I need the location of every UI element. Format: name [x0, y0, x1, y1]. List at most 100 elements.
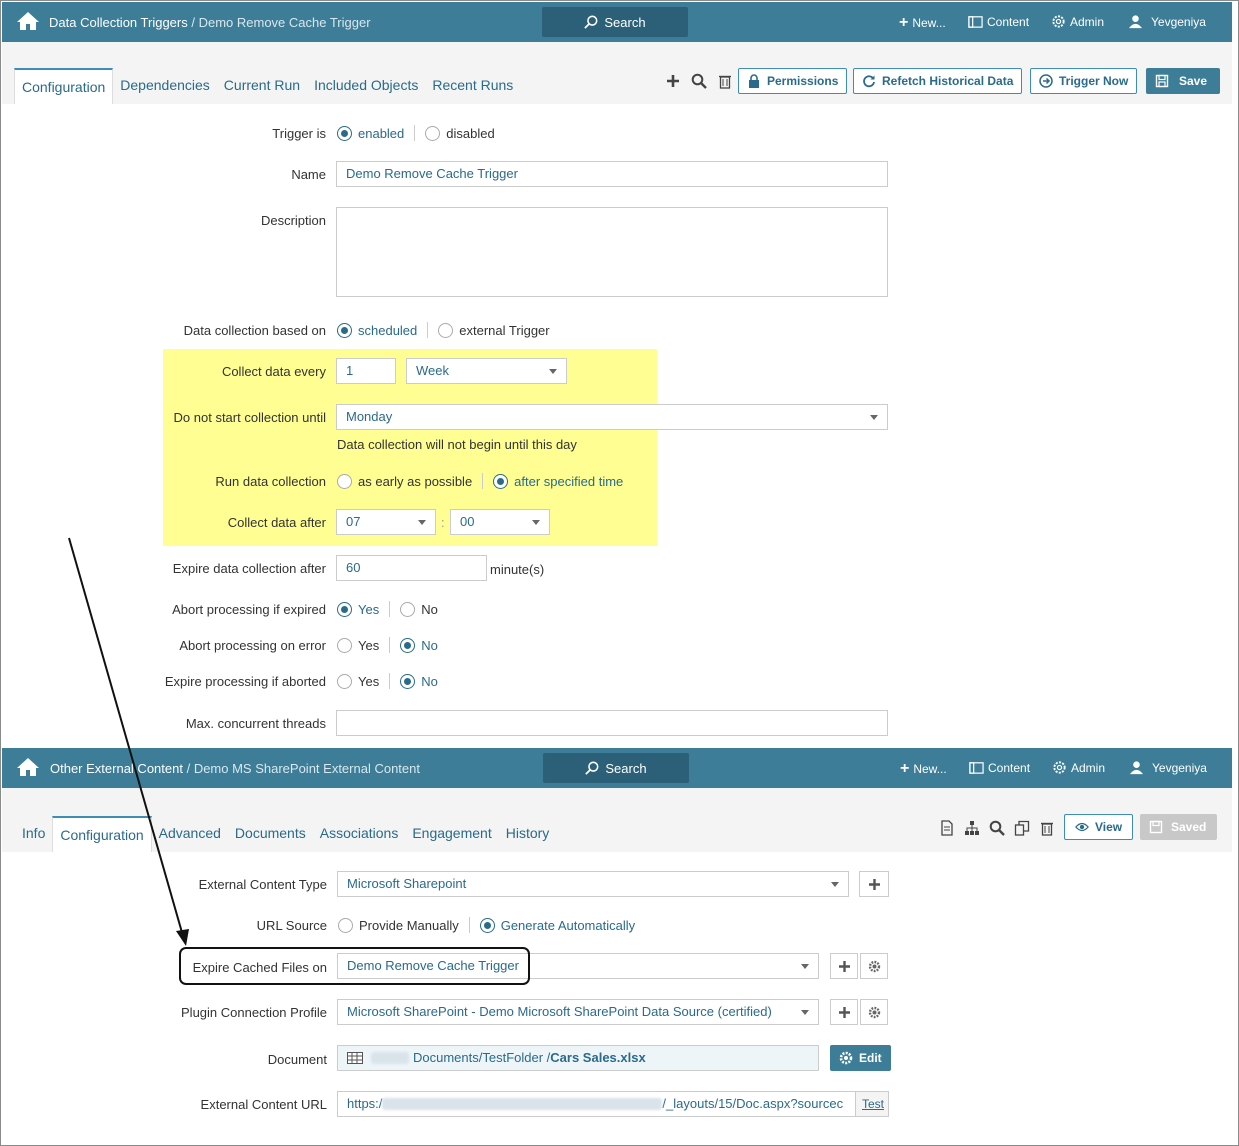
nav-user[interactable]: Yevgeniya	[1129, 760, 1207, 775]
view-button[interactable]: View	[1064, 814, 1134, 840]
gear-icon	[868, 960, 880, 972]
yes-label: Yes	[358, 637, 380, 653]
nav-admin[interactable]: Admin	[1051, 14, 1104, 29]
nav-content[interactable]: Content	[969, 760, 1030, 775]
scheduled-radio[interactable]: scheduled	[337, 322, 417, 338]
abort-expired-yes-radio[interactable]: Yes	[337, 601, 379, 617]
nav-admin[interactable]: Admin	[1052, 760, 1105, 775]
plugin-label: Plugin Connection Profile	[181, 1005, 327, 1020]
abort-error-no-radio[interactable]: No	[400, 637, 438, 653]
ext-url-field[interactable]: https:/ /_layouts/15/Doc.aspx?sourcec	[337, 1091, 856, 1117]
tab-history[interactable]: History	[499, 816, 557, 852]
gear-icon	[868, 1006, 880, 1018]
trash-icon[interactable]	[717, 73, 733, 89]
edit-button[interactable]: Edit	[830, 1045, 891, 1071]
run-early-radio[interactable]: as early as possible	[337, 473, 472, 489]
add-icon[interactable]	[665, 73, 681, 89]
tab-current-run[interactable]: Current Run	[217, 68, 307, 104]
search-button[interactable]: Search	[542, 7, 688, 37]
external-trigger-radio[interactable]: external Trigger	[438, 322, 550, 338]
radio-dot	[337, 322, 352, 338]
collect-every-unit-select[interactable]: Week	[406, 358, 567, 384]
name-input[interactable]: Demo Remove Cache Trigger	[336, 161, 888, 187]
breadcrumb-parent-link[interactable]: Other External Content	[50, 761, 183, 776]
tab-recent-runs[interactable]: Recent Runs	[425, 68, 520, 104]
hierarchy-icon[interactable]	[964, 820, 980, 836]
divider	[389, 601, 391, 617]
nav-new[interactable]: + New...	[899, 14, 946, 32]
spreadsheet-icon	[347, 1052, 363, 1064]
permissions-button[interactable]: Permissions	[738, 68, 848, 94]
radio-dot	[438, 322, 454, 338]
breadcrumb-current: Demo MS SharePoint External Content	[193, 761, 420, 776]
document-icon[interactable]	[939, 820, 955, 836]
trash-icon[interactable]	[1039, 820, 1055, 836]
run-after-radio[interactable]: after specified time	[493, 473, 623, 489]
nav-new[interactable]: + New...	[900, 760, 947, 778]
document-filename: Cars Sales.xlsx	[550, 1050, 646, 1065]
not-start-help: Data collection will not begin until thi…	[337, 437, 577, 452]
run-label: Run data collection	[215, 474, 326, 489]
plus-icon	[868, 878, 880, 890]
copy-icon[interactable]	[1014, 820, 1030, 836]
test-button[interactable]: Test	[855, 1091, 889, 1117]
max-threads-input[interactable]	[336, 710, 888, 736]
abort-error-label: Abort processing on error	[179, 638, 326, 653]
saved-button[interactable]: Saved	[1140, 814, 1218, 840]
tab-associations[interactable]: Associations	[313, 816, 406, 852]
gear-icon	[839, 1051, 853, 1065]
external-trigger-label: external Trigger	[459, 322, 550, 338]
expire-aborted-no-radio[interactable]: No	[400, 673, 438, 689]
url-manual-label: Provide Manually	[359, 917, 459, 933]
url-manual-radio[interactable]: Provide Manually	[338, 917, 459, 933]
breadcrumb-parent-link[interactable]: Data Collection Triggers	[49, 15, 188, 30]
trigger-enabled-radio[interactable]: enabled	[337, 125, 404, 141]
abort-error-yes-radio[interactable]: Yes	[337, 637, 380, 653]
plugin-select[interactable]: Microsoft SharePoint - Demo Microsoft Sh…	[337, 999, 819, 1025]
collect-every-input[interactable]: 1	[336, 358, 396, 384]
document-field[interactable]: Documents/TestFolder / Cars Sales.xlsx	[337, 1045, 819, 1071]
collect-every-label: Collect data every	[221, 364, 326, 379]
trigger-disabled-radio[interactable]: disabled	[425, 125, 495, 141]
user-icon	[1128, 15, 1143, 29]
tab-included-objects[interactable]: Included Objects	[307, 68, 425, 104]
edit-label: Edit	[859, 1051, 882, 1065]
user-icon	[1129, 761, 1144, 775]
ect-select[interactable]: Microsoft Sharepoint	[337, 871, 849, 897]
tab-engagement[interactable]: Engagement	[405, 816, 498, 852]
expire-input[interactable]: 60	[336, 555, 487, 581]
add-trigger-button[interactable]	[830, 953, 858, 979]
url-auto-radio[interactable]: Generate Automatically	[479, 917, 635, 933]
collect-after-hour-select[interactable]: 07	[336, 509, 436, 535]
nav-user[interactable]: Yevgeniya	[1128, 14, 1206, 29]
plugin-settings-button[interactable]	[860, 999, 888, 1025]
tab-documents[interactable]: Documents	[228, 816, 313, 852]
saved-label: Saved	[1171, 820, 1207, 834]
not-start-select[interactable]: Monday	[336, 404, 888, 430]
tab-dependencies[interactable]: Dependencies	[113, 68, 217, 104]
tab-info[interactable]: Info	[15, 816, 52, 852]
collect-after-minute-select[interactable]: 00	[450, 509, 550, 535]
search-icon[interactable]	[691, 73, 707, 89]
description-textarea[interactable]	[336, 207, 888, 297]
nav-content[interactable]: Content	[968, 14, 1029, 29]
save-button[interactable]: Save	[1146, 68, 1221, 94]
trigger-settings-button[interactable]	[860, 953, 888, 979]
url-source-radio-group: Provide Manually Generate Automatically	[338, 917, 635, 933]
home-icon[interactable]	[16, 11, 40, 31]
radio-dot	[493, 473, 509, 489]
search-button[interactable]: Search	[543, 753, 689, 783]
tab-advanced[interactable]: Advanced	[152, 816, 228, 852]
home-icon[interactable]	[16, 757, 40, 777]
trigger-now-button[interactable]: Trigger Now	[1030, 68, 1138, 94]
refetch-historical-data-button[interactable]: Refetch Historical Data	[853, 68, 1023, 94]
abort-expired-no-radio[interactable]: No	[400, 601, 438, 617]
radio-dot	[479, 917, 495, 933]
add-ect-button[interactable]	[859, 871, 889, 897]
tab-configuration[interactable]: Configuration	[52, 816, 152, 852]
add-plugin-button[interactable]	[830, 999, 858, 1025]
radio-dot	[400, 601, 416, 617]
tab-configuration[interactable]: Configuration	[14, 68, 114, 104]
search-icon[interactable]	[989, 820, 1005, 836]
expire-aborted-yes-radio[interactable]: Yes	[337, 673, 379, 689]
